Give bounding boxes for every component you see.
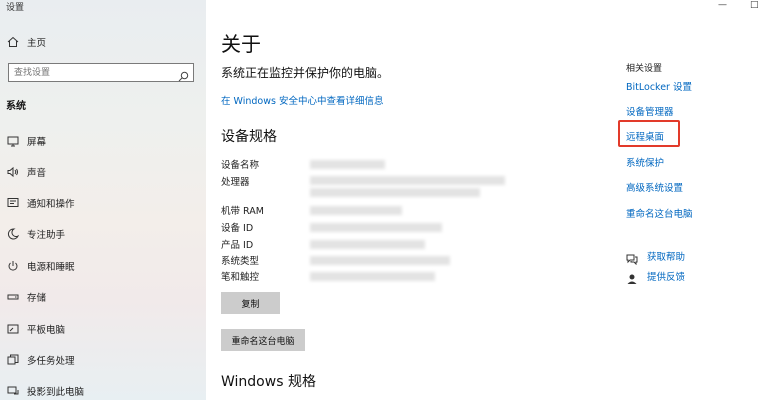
related-settings-heading: 相关设置 <box>626 64 663 74</box>
sidebar-item-multitasking[interactable]: 多任务处理 <box>0 349 206 371</box>
windows-specs-heading: Windows 规格 <box>221 374 316 390</box>
rename-pc-button[interactable]: 重命名这台电脑 <box>221 329 305 351</box>
feedback-person-icon <box>626 270 638 284</box>
device-specs-heading: 设备规格 <box>221 129 277 145</box>
sidebar-item-label: 投影到此电脑 <box>27 387 85 398</box>
sidebar-item-label: 存储 <box>27 293 47 304</box>
sidebar-item-label: 主页 <box>27 38 47 49</box>
power-icon <box>7 260 19 272</box>
spec-value-redacted <box>310 240 425 249</box>
sidebar-item-label: 声音 <box>27 168 47 179</box>
sidebar-item-tablet[interactable]: 平板电脑 <box>0 318 206 340</box>
home-icon <box>7 36 19 48</box>
get-help-item[interactable]: 获取帮助 <box>626 249 685 266</box>
sidebar-item-home[interactable]: 主页 <box>0 31 206 53</box>
sidebar-item-label: 屏幕 <box>27 137 47 148</box>
sidebar-item-power[interactable]: 电源和睡眠 <box>0 255 206 277</box>
project-icon <box>7 385 19 397</box>
multitask-icon <box>7 354 19 366</box>
spec-label-device-name: 设备名称 <box>221 160 260 171</box>
sidebar-item-label: 平板电脑 <box>27 325 66 336</box>
spec-value-redacted <box>310 176 505 185</box>
search-input[interactable] <box>14 66 174 79</box>
security-status-text: 系统正在监控并保护你的电脑。 <box>221 66 390 80</box>
spec-value-redacted <box>310 272 435 281</box>
search-box[interactable] <box>8 63 194 82</box>
spec-label-system-type: 系统类型 <box>221 256 260 267</box>
copy-button[interactable]: 复制 <box>221 292 280 314</box>
tablet-icon <box>7 323 19 335</box>
search-icon[interactable] <box>178 67 189 82</box>
advanced-system-settings-link[interactable]: 高级系统设置 <box>626 180 683 194</box>
sidebar-item-label: 电源和睡眠 <box>27 262 75 273</box>
remote-desktop-highlight <box>618 120 680 147</box>
spec-label-processor: 处理器 <box>221 177 250 188</box>
feedback-item[interactable]: 提供反馈 <box>626 269 685 284</box>
bitlocker-settings-link[interactable]: BitLocker 设置 <box>626 79 692 93</box>
storage-icon <box>7 291 19 303</box>
spec-value-redacted <box>310 160 385 169</box>
sidebar-item-sound[interactable]: 声音 <box>0 161 206 183</box>
notification-icon <box>7 197 19 209</box>
section-label-system: 系统 <box>6 101 26 112</box>
spec-value-redacted <box>310 206 402 215</box>
spec-label-pen-touch: 笔和触控 <box>221 272 260 283</box>
sidebar: 设置 主页 系统 屏幕 声音 通知和操作 专注助手 <box>0 0 206 400</box>
window-title: 设置 <box>6 3 25 13</box>
spec-value-redacted <box>310 223 442 232</box>
sidebar-item-label: 专注助手 <box>27 230 66 241</box>
feedback-link[interactable]: 提供反馈 <box>647 269 685 283</box>
minimize-icon[interactable]: — <box>718 0 727 10</box>
page-title: 关于 <box>221 32 261 56</box>
speaker-icon <box>7 166 19 178</box>
system-protection-link[interactable]: 系统保护 <box>626 155 664 169</box>
help-chat-icon <box>626 250 638 266</box>
maximize-icon[interactable]: □ <box>750 0 759 10</box>
spec-value-redacted <box>310 256 450 265</box>
sidebar-item-label: 通知和操作 <box>27 199 75 210</box>
sidebar-item-focus-assist[interactable]: 专注助手 <box>0 223 206 245</box>
sidebar-item-storage[interactable]: 存储 <box>0 286 206 308</box>
monitor-icon <box>7 135 19 147</box>
sidebar-item-notifications[interactable]: 通知和操作 <box>0 192 206 214</box>
spec-label-product-id: 产品 ID <box>221 240 254 251</box>
spec-value-redacted <box>310 188 480 197</box>
sidebar-item-label: 多任务处理 <box>27 356 75 367</box>
spec-label-device-id: 设备 ID <box>221 223 254 234</box>
rename-pc-link[interactable]: 重命名这台电脑 <box>626 206 693 220</box>
get-help-link[interactable]: 获取帮助 <box>647 249 685 263</box>
security-center-link[interactable]: 在 Windows 安全中心中查看详细信息 <box>221 93 383 107</box>
sidebar-item-display[interactable]: 屏幕 <box>0 130 206 152</box>
moon-icon <box>7 228 19 240</box>
device-manager-link[interactable]: 设备管理器 <box>626 104 674 118</box>
spec-label-ram: 机带 RAM <box>221 206 264 217</box>
sidebar-item-project[interactable]: 投影到此电脑 <box>0 380 206 400</box>
